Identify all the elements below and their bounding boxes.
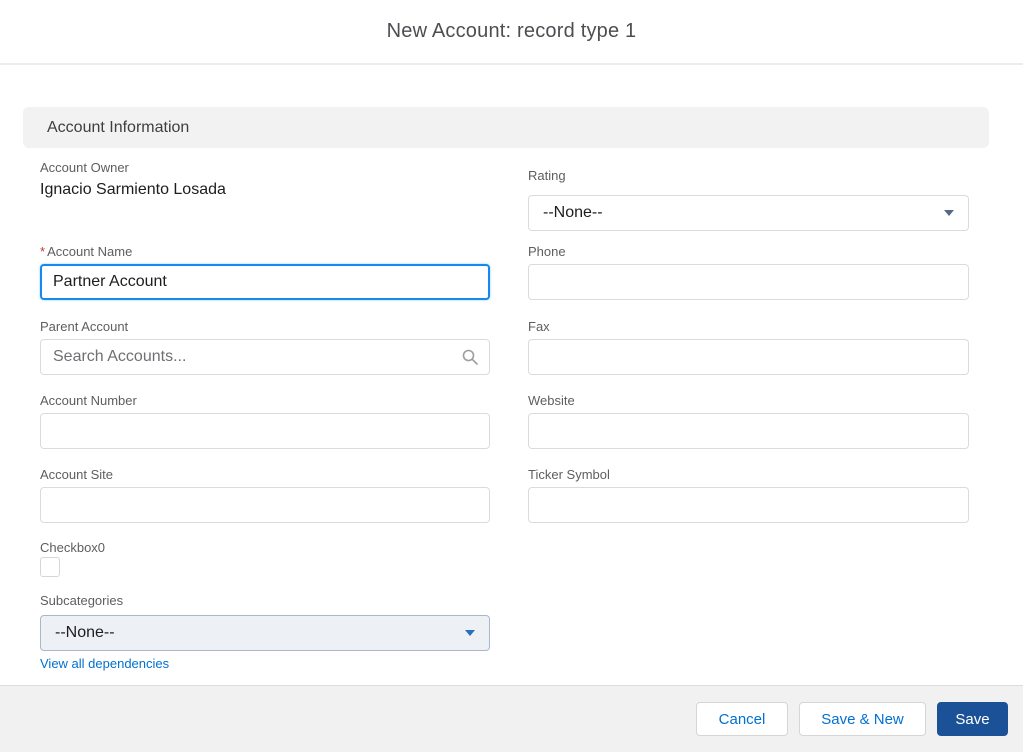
chevron-down-icon — [944, 210, 954, 216]
fax-label: Fax — [528, 319, 550, 334]
website-input[interactable] — [528, 413, 969, 449]
field-account-owner: Account Owner Ignacio Sarmiento Losada — [40, 159, 490, 200]
field-account-name: * Account Name — [40, 243, 490, 300]
subcategories-label: Subcategories — [40, 593, 124, 608]
field-subcategories: Subcategories --None-- View all dependen… — [40, 592, 490, 673]
checkbox0-checkbox[interactable] — [40, 557, 60, 577]
save-and-new-button[interactable]: Save & New — [799, 702, 926, 736]
account-name-label: * Account Name — [40, 244, 133, 259]
field-parent-account: Parent Account — [40, 318, 490, 375]
phone-input[interactable] — [528, 264, 969, 300]
modal-header: New Account: record type 1 — [0, 0, 1023, 65]
field-checkbox0: Checkbox0 — [40, 539, 490, 577]
account-owner-value: Ignacio Sarmiento Losada — [40, 181, 226, 198]
field-website: Website — [528, 392, 969, 449]
subcategories-combobox[interactable]: --None-- — [40, 615, 490, 651]
account-number-label: Account Number — [40, 393, 137, 408]
cancel-button[interactable]: Cancel — [696, 702, 788, 736]
search-icon[interactable] — [462, 349, 478, 365]
field-ticker-symbol: Ticker Symbol — [528, 466, 969, 523]
modal-title: New Account: record type 1 — [386, 20, 637, 42]
ticker-symbol-input[interactable] — [528, 487, 969, 523]
checkbox0-label: Checkbox0 — [40, 540, 106, 555]
field-phone: Phone — [528, 243, 969, 300]
modal-footer: Cancel Save & New Save — [0, 685, 1023, 752]
parent-account-lookup-input[interactable] — [40, 339, 490, 375]
website-label: Website — [528, 393, 575, 408]
subcategories-value: --None-- — [55, 624, 115, 641]
parent-account-label: Parent Account — [40, 319, 129, 334]
required-asterisk: * — [40, 244, 46, 259]
save-button[interactable]: Save — [937, 702, 1008, 736]
account-site-label: Account Site — [40, 467, 113, 482]
field-account-number: Account Number — [40, 392, 490, 449]
field-fax: Fax — [528, 318, 969, 375]
fax-input[interactable] — [528, 339, 969, 375]
new-account-modal: New Account: record type 1 Account Infor… — [0, 0, 1023, 752]
rating-value: --None-- — [543, 204, 603, 221]
ticker-symbol-label: Ticker Symbol — [528, 467, 610, 482]
account-number-input[interactable] — [40, 413, 490, 449]
rating-combobox[interactable]: --None-- — [528, 195, 969, 231]
account-owner-label: Account Owner — [40, 160, 129, 175]
chevron-down-icon — [465, 630, 475, 636]
account-site-input[interactable] — [40, 487, 490, 523]
section-header-account-information: Account Information — [23, 107, 989, 148]
view-all-dependencies-link[interactable]: View all dependencies — [40, 656, 169, 671]
phone-label: Phone — [528, 244, 566, 259]
field-rating: Rating --None-- — [528, 167, 969, 231]
section-title: Account Information — [47, 118, 190, 136]
account-name-input[interactable] — [40, 264, 490, 300]
rating-label: Rating — [528, 168, 566, 183]
field-account-site: Account Site — [40, 466, 490, 523]
